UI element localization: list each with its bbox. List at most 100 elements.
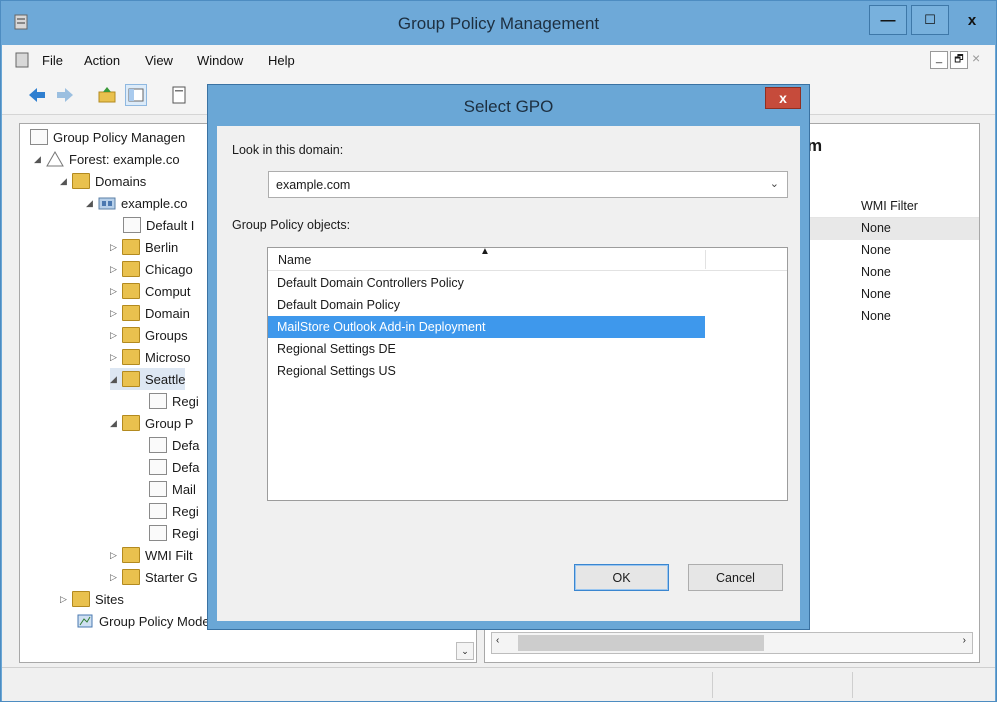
tree-item-gpo[interactable]: Defa	[149, 456, 199, 478]
ou-folder-icon	[122, 371, 140, 387]
tree-item-label: Starter G	[145, 569, 198, 585]
maximize-button[interactable]: ☐	[911, 5, 949, 35]
tree-item-ou-groups[interactable]: ▷ Groups	[110, 324, 188, 346]
close-button[interactable]: x	[953, 5, 991, 35]
mdi-restore-button[interactable]: 🗗	[950, 51, 968, 69]
expand-arrow-icon[interactable]: ▷	[110, 264, 122, 275]
tree-item-domains[interactable]: ◢ Domains	[60, 170, 146, 192]
tree-item-label: Defa	[172, 437, 200, 453]
chevron-down-icon[interactable]: ⌄	[770, 177, 779, 190]
console-icon	[15, 52, 29, 68]
forward-icon[interactable]	[54, 84, 76, 106]
tree-item-forest[interactable]: ◢ Forest: example.co	[34, 148, 180, 170]
tree-item-starter-gpos[interactable]: ▷ Starter G	[110, 566, 198, 588]
menu-file[interactable]: File	[42, 53, 63, 68]
tree-item-domain[interactable]: ◢ example.co	[86, 192, 187, 214]
expand-arrow-icon[interactable]: ▷	[110, 286, 122, 297]
list-item[interactable]: Regional Settings DE	[268, 338, 787, 360]
tree-item-gpm-root[interactable]: Group Policy Managen	[30, 126, 185, 148]
collapse-arrow-icon[interactable]: ◢	[110, 418, 122, 429]
list-item[interactable]: Regional Settings US	[268, 360, 787, 382]
tree-item-label: Chicago	[145, 261, 193, 277]
title-bar[interactable]: Group Policy Management — ☐ x	[1, 1, 996, 45]
list-item-selected[interactable]: MailStore Outlook Add-in Deployment	[268, 316, 705, 338]
tree-item-label: Domains	[95, 173, 147, 189]
tree-item-gpo[interactable]: Defa	[149, 434, 199, 456]
ou-folder-icon	[122, 327, 140, 343]
tree-item-gpo[interactable]: Mail	[149, 478, 196, 500]
collapse-arrow-icon[interactable]: ◢	[34, 154, 46, 165]
menu-bar: File Action View Window Help _ 🗗 ×	[2, 45, 995, 75]
show-hide-tree-icon[interactable]	[125, 84, 147, 106]
name-column-header[interactable]: Name	[278, 253, 311, 267]
tree-item-ou-chicago[interactable]: ▷ Chicago	[110, 258, 193, 280]
list-header: Name ▲	[268, 246, 787, 271]
tree-item-sites[interactable]: ▷ Sites	[60, 588, 124, 610]
tree-item-ou-berlin[interactable]: ▷ Berlin	[110, 236, 178, 258]
status-separator	[712, 672, 713, 698]
ou-folder-icon	[122, 283, 140, 299]
wmi-value: None	[861, 221, 891, 235]
gpo-icon	[149, 437, 167, 453]
tree-item-label: Group Policy Managen	[53, 129, 186, 145]
tree-item-ou-domain[interactable]: ▷ Domain	[110, 302, 190, 324]
expand-arrow-icon[interactable]: ▷	[60, 594, 72, 605]
tree-item-label: Berlin	[145, 239, 179, 255]
tree-item-wmi-filters[interactable]: ▷ WMI Filt	[110, 544, 193, 566]
wmi-column-header[interactable]: WMI Filter	[807, 194, 979, 218]
tree-item-default-gpo-link[interactable]: Default I	[123, 214, 194, 236]
ok-button[interactable]: OK	[574, 564, 669, 591]
scroll-left-icon[interactable]: ‹	[496, 635, 499, 646]
properties-icon[interactable]	[168, 84, 190, 106]
expand-arrow-icon[interactable]: ▷	[110, 330, 122, 341]
tree-item-label: Forest: example.co	[69, 151, 180, 167]
expand-arrow-icon[interactable]: ▷	[110, 550, 122, 561]
collapse-arrow-icon[interactable]: ◢	[86, 198, 98, 209]
sort-ascending-icon: ▲	[480, 246, 490, 257]
minimize-button[interactable]: —	[869, 5, 907, 35]
list-item[interactable]: Default Domain Policy	[268, 294, 787, 316]
dialog-title: Select GPO	[463, 97, 554, 116]
menu-action[interactable]: Action	[84, 53, 120, 68]
expand-arrow-icon[interactable]: ▷	[110, 352, 122, 363]
tree-item-gpo-container[interactable]: ◢ Group P	[110, 412, 193, 434]
cancel-button[interactable]: Cancel	[688, 564, 783, 591]
horizontal-scrollbar[interactable]: ‹ ›	[491, 632, 973, 654]
column-separator[interactable]	[705, 250, 706, 269]
domains-icon	[72, 173, 90, 189]
domain-combobox[interactable]: example.com ⌄	[268, 171, 788, 198]
tree-item-ou-seattle[interactable]: ◢ Seattle	[110, 368, 186, 390]
back-icon[interactable]	[26, 84, 48, 106]
tree-item-label: Group P	[145, 415, 194, 431]
up-folder-icon[interactable]	[96, 84, 118, 106]
tree-item-gpo[interactable]: Regi	[149, 522, 199, 544]
mdi-close-button[interactable]: ×	[972, 50, 980, 66]
expand-arrow-icon[interactable]: ▷	[110, 572, 122, 583]
menu-window[interactable]: Window	[197, 53, 243, 68]
gpo-container-icon	[122, 415, 140, 431]
expand-arrow-icon[interactable]: ▷	[110, 308, 122, 319]
wmi-value: None	[861, 309, 891, 323]
tree-item-ou-computers[interactable]: ▷ Comput	[110, 280, 191, 302]
gpo-list-label: Group Policy objects:	[232, 218, 351, 232]
scroll-thumb[interactable]	[518, 635, 764, 651]
collapse-arrow-icon[interactable]: ◢	[110, 374, 122, 385]
tree-item-label: Comput	[145, 283, 191, 299]
gpo-listview[interactable]: Name ▲ Default Domain Controllers Policy…	[267, 246, 788, 501]
collapse-arrow-icon[interactable]: ◢	[60, 176, 72, 187]
list-item[interactable]: Default Domain Controllers Policy	[268, 272, 787, 294]
mdi-minimize-button[interactable]: _	[930, 51, 948, 69]
menu-help[interactable]: Help	[268, 53, 295, 68]
tree-item-label: Default I	[146, 217, 195, 233]
menu-view[interactable]: View	[145, 53, 173, 68]
tree-item-seattle-gpo-link[interactable]: Regi	[149, 390, 199, 412]
dialog-close-button[interactable]: x	[765, 87, 801, 109]
select-gpo-dialog: Select GPO x Look in this domain: exampl…	[207, 84, 810, 630]
expand-arrow-icon[interactable]: ▷	[110, 242, 122, 253]
tree-item-ou-microsoft[interactable]: ▷ Microso	[110, 346, 191, 368]
tree-item-label: Mail	[172, 481, 196, 497]
dialog-body: Look in this domain: example.com ⌄ Group…	[217, 126, 800, 621]
scroll-right-icon[interactable]: ›	[963, 635, 966, 646]
tree-item-gpo[interactable]: Regi	[149, 500, 199, 522]
tree-scroll-down-button[interactable]: ⌄	[456, 642, 474, 660]
